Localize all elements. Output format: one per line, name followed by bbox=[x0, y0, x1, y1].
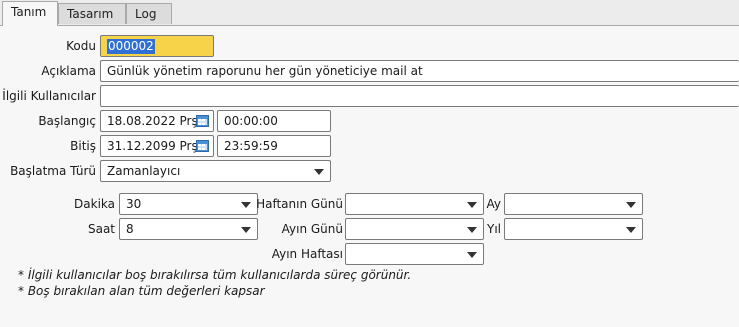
aciklama-value: Günlük yönetim raporunu her gün yönetici… bbox=[107, 64, 423, 78]
ayin-gunu-label: Ayın Günü bbox=[281, 222, 343, 236]
baslangic-label: Başlangıç bbox=[38, 114, 96, 128]
tanim-panel: Kodu 000002 Açıklama Günlük yönetim rapo… bbox=[0, 25, 739, 327]
calendar-icon[interactable] bbox=[196, 115, 209, 127]
saat-select[interactable]: 8 bbox=[119, 218, 258, 240]
ay-select[interactable] bbox=[504, 193, 643, 215]
kodu-input[interactable]: 000002 bbox=[100, 35, 214, 57]
saat-label: Saat bbox=[87, 222, 115, 236]
bitis-time-value: 23:59:59 bbox=[224, 139, 278, 153]
ayin-haftasi-select[interactable] bbox=[345, 243, 484, 265]
aciklama-label: Açıklama bbox=[41, 64, 96, 78]
chevron-down-icon bbox=[626, 227, 636, 233]
kodu-label: Kodu bbox=[66, 39, 96, 53]
ilgili-kullanicilar-input[interactable] bbox=[100, 85, 739, 107]
baslatma-turu-value: Zamanlayıcı bbox=[107, 164, 181, 178]
calendar-icon[interactable] bbox=[196, 140, 209, 152]
chevron-down-icon bbox=[467, 252, 477, 258]
dakika-label: Dakika bbox=[74, 197, 115, 211]
tab-tanim[interactable]: Tanım bbox=[2, 1, 58, 26]
baslatma-turu-label: Başlatma Türü bbox=[10, 164, 96, 178]
note-bos-alan: * Boş bırakılan alan tüm değerleri kapsa… bbox=[18, 284, 265, 298]
ay-label: Ay bbox=[486, 197, 502, 211]
chevron-down-icon bbox=[314, 169, 324, 175]
dakika-value: 30 bbox=[126, 197, 142, 211]
chevron-down-icon bbox=[626, 202, 636, 208]
baslangic-time-value: 00:00:00 bbox=[224, 114, 278, 128]
baslatma-turu-select[interactable]: Zamanlayıcı bbox=[100, 160, 331, 182]
ilgili-kullanicilar-label: İlgili Kullanıcılar bbox=[2, 89, 96, 103]
baslangic-date-input[interactable]: 18.08.2022 Prş bbox=[100, 110, 214, 132]
dakika-select[interactable]: 30 bbox=[119, 193, 258, 215]
aciklama-input[interactable]: Günlük yönetim raporunu her gün yönetici… bbox=[100, 60, 739, 82]
haftanin-gunu-label: Haftanın Günü bbox=[256, 197, 343, 211]
baslangic-time-input[interactable]: 00:00:00 bbox=[217, 110, 331, 132]
note-ilgili-kullanicilar: * İlgili kullanıcılar boş bırakılırsa tü… bbox=[18, 268, 412, 282]
tab-bar: Tanım Tasarım Log bbox=[0, 0, 739, 26]
yil-select[interactable] bbox=[504, 218, 643, 240]
tab-tasarim[interactable]: Tasarım bbox=[58, 3, 126, 24]
saat-value: 8 bbox=[126, 222, 134, 236]
ayin-haftasi-label: Ayın Haftası bbox=[271, 247, 343, 261]
baslangic-date-value: 18.08.2022 Prş bbox=[107, 114, 198, 128]
bitis-label: Bitiş bbox=[70, 139, 96, 153]
tab-log[interactable]: Log bbox=[126, 3, 172, 24]
bitis-date-input[interactable]: 31.12.2099 Prş bbox=[100, 135, 214, 157]
kodu-value: 000002 bbox=[107, 39, 155, 54]
bitis-date-value: 31.12.2099 Prş bbox=[107, 139, 198, 153]
yil-label: Yıl bbox=[487, 222, 501, 236]
bitis-time-input[interactable]: 23:59:59 bbox=[217, 135, 331, 157]
